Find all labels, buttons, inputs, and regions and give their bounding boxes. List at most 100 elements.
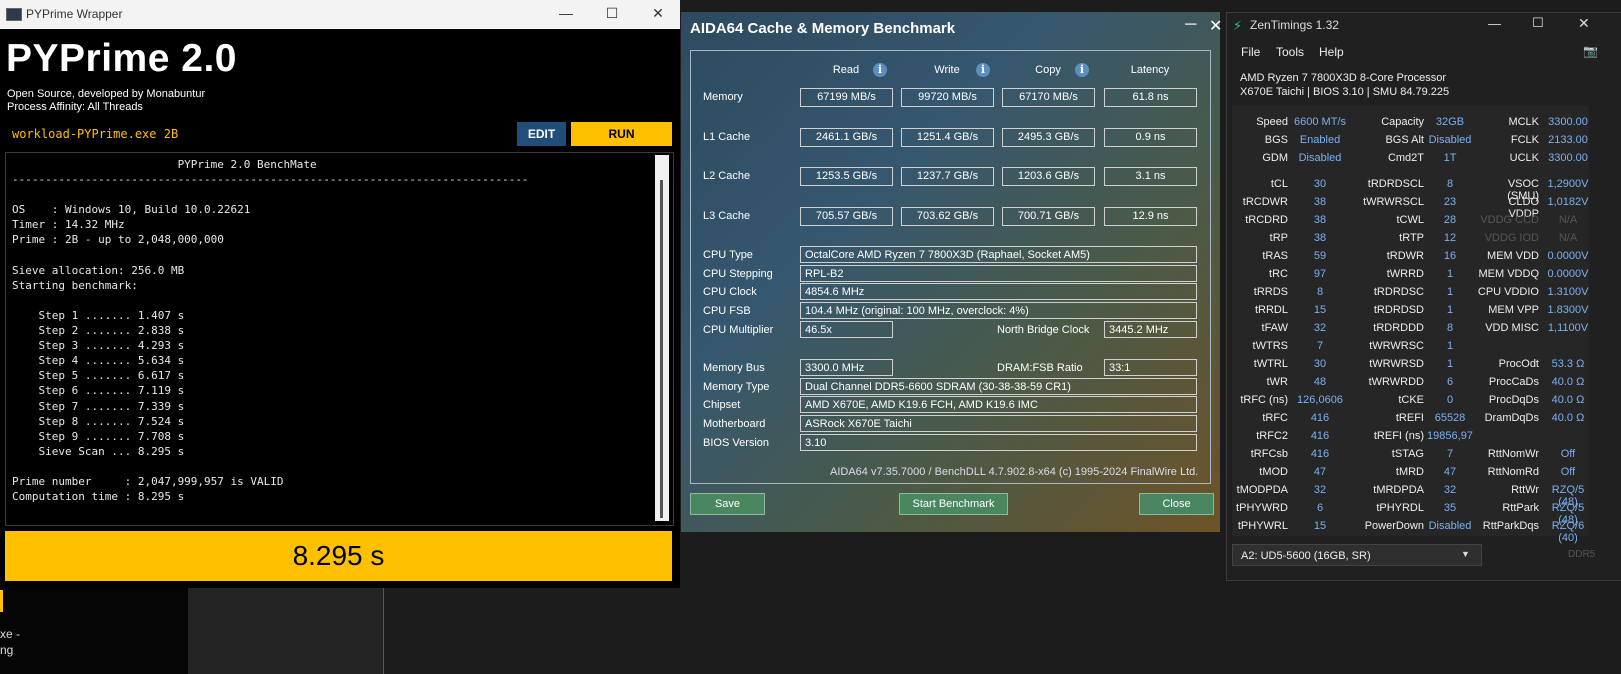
timing-label: tPHYRDL: [1376, 502, 1424, 514]
timing-label: tRFC (ns): [1240, 394, 1288, 406]
timing-value: 6600 MT/s: [1294, 116, 1346, 128]
timing-label: tCWL: [1396, 214, 1425, 226]
timing-label: RttWr: [1511, 484, 1539, 496]
console-line: Timer : 14.32 MHz: [12, 218, 125, 232]
run-button[interactable]: RUN: [571, 122, 672, 146]
timing-label: tRDWR: [1386, 250, 1424, 262]
close-icon[interactable]: ✕: [1578, 15, 1590, 32]
close-button[interactable]: Close: [1139, 493, 1214, 515]
timing-value: 30: [1313, 178, 1327, 190]
timing-label: tRFCsb: [1250, 448, 1288, 460]
timing-label: RttNomWr: [1487, 448, 1539, 460]
board-bios-info: X670E Taichi | BIOS 3.10 | SMU 84.79.225: [1240, 86, 1450, 98]
timing-value: 1T: [1443, 152, 1457, 164]
info-icon[interactable]: i: [976, 63, 990, 77]
console-line: Prime number : 2,047,999,957 is VALID: [12, 474, 284, 488]
timing-label: tRFC: [1262, 412, 1288, 424]
benchmark-value-latency: 3.1 ns: [1104, 167, 1197, 186]
timing-value: Enabled: [1299, 134, 1341, 146]
timing-value: 0: [1446, 394, 1454, 406]
maximize-icon[interactable]: ☐: [590, 0, 634, 29]
close-icon[interactable]: ✕: [636, 0, 680, 29]
timing-value: 15: [1313, 304, 1327, 316]
console-line: Step 7 ....... 7.339 s: [12, 399, 185, 413]
timing-label: BGS Alt: [1385, 134, 1424, 146]
maximize-icon[interactable]: ☐: [1532, 15, 1544, 31]
timing-label: tWRWRSC: [1369, 340, 1424, 352]
timing-label: RttPark: [1502, 502, 1539, 514]
menu-help[interactable]: Help: [1319, 45, 1344, 59]
timing-value: 38: [1313, 196, 1327, 208]
timing-label: tRCDWR: [1242, 196, 1288, 208]
console-line: Step 3 ....... 4.293 s: [12, 339, 185, 353]
benchmark-value-write: 703.62 GB/s: [901, 207, 994, 226]
memory-module-select[interactable]: A2: UD5-5600 (16GB, SR): [1232, 544, 1482, 566]
timing-label: ProcDqDs: [1488, 394, 1539, 406]
info-icon[interactable]: i: [1075, 63, 1089, 77]
pyprime-window-title: PYPrime Wrapper: [26, 7, 123, 21]
menu-tools[interactable]: Tools: [1276, 45, 1304, 59]
benchmark-value-latency: 12.9 ns: [1104, 207, 1197, 226]
timing-label: DramDqDs: [1484, 412, 1539, 424]
ddr-type-label: DDR5: [1568, 549, 1596, 560]
timing-label: tRDRDSD: [1373, 304, 1424, 316]
close-icon[interactable]: ─: [1185, 16, 1196, 34]
timing-label: GDM: [1262, 152, 1288, 164]
timing-label: Speed: [1256, 116, 1288, 128]
motherboard-value: ASRock X670E Taichi: [800, 415, 1197, 432]
timing-value: 1.3100V: [1547, 286, 1589, 298]
timing-value: 7: [1316, 340, 1324, 352]
screenshot-icon[interactable]: 📷: [1583, 44, 1598, 58]
minimize-icon[interactable]: —: [544, 0, 588, 29]
info-icon[interactable]: i: [873, 63, 887, 77]
timing-label: tRTP: [1399, 232, 1424, 244]
chevron-down-icon[interactable]: ▼: [1461, 549, 1470, 559]
console-line: Prime : 2B - up to 2,048,000,000: [12, 233, 224, 247]
console-scrollbar-thumb[interactable]: [660, 180, 663, 518]
timing-value: 12: [1443, 232, 1457, 244]
timing-label: UCLK: [1509, 152, 1539, 164]
timing-label: MCLK: [1508, 116, 1539, 128]
timing-label: tWTRL: [1253, 358, 1288, 370]
desktop-file-icon[interactable]: [0, 590, 3, 612]
timing-label: MEM VDD: [1487, 250, 1539, 262]
console-line: Starting benchmark:: [12, 278, 138, 292]
timing-label: tRC: [1269, 268, 1288, 280]
timing-value: 1: [1446, 286, 1454, 298]
cpu-fsb-label: CPU FSB: [703, 305, 751, 317]
save-button[interactable]: Save: [690, 493, 765, 515]
memory-type-value: Dual Channel DDR5-6600 SDRAM (30-38-38-5…: [800, 378, 1197, 395]
benchmark-value-copy: 67170 MB/s: [1002, 88, 1095, 107]
timing-label: tWRWRDD: [1368, 376, 1424, 388]
close-icon[interactable]: ✕: [1209, 16, 1222, 36]
memory-bus-value: 3300.0 MHz: [800, 359, 893, 376]
minimize-icon[interactable]: —: [1488, 16, 1501, 31]
timing-value: 0.0000V: [1547, 268, 1589, 280]
start-benchmark-button[interactable]: Start Benchmark: [899, 493, 1008, 515]
cpu-stepping-label: CPU Stepping: [703, 268, 773, 280]
menu-file[interactable]: File: [1241, 45, 1260, 59]
benchmark-value-read: 1253.5 GB/s: [800, 167, 893, 186]
timing-value: 8: [1316, 286, 1324, 298]
timing-label: MEM VPP: [1488, 304, 1539, 316]
edit-button[interactable]: EDIT: [517, 122, 566, 146]
benchmark-value-copy: 2495.3 GB/s: [1002, 128, 1095, 147]
timing-value: Off: [1560, 448, 1576, 460]
timing-value: 38: [1313, 214, 1327, 226]
console-line: Step 5 ....... 6.617 s: [12, 369, 185, 383]
timing-value: 416: [1310, 448, 1330, 460]
timing-label: RttNomRd: [1487, 466, 1539, 478]
console-line: Sieve Scan ... 8.295 s: [12, 444, 185, 458]
timing-label: tMODPDA: [1236, 484, 1288, 496]
desktop-background-middle: [188, 588, 384, 674]
cpu-clock-label: CPU Clock: [703, 286, 757, 298]
benchmark-value-write: 1237.7 GB/s: [901, 167, 994, 186]
timing-label: tWRWRSD: [1369, 358, 1424, 370]
timing-label: tRDRDDD: [1373, 322, 1424, 334]
timing-value: 7: [1446, 448, 1454, 460]
desktop-icon-label-1: xe -: [0, 627, 21, 641]
timing-value: Off: [1560, 466, 1576, 478]
timing-value: 30: [1313, 358, 1327, 370]
